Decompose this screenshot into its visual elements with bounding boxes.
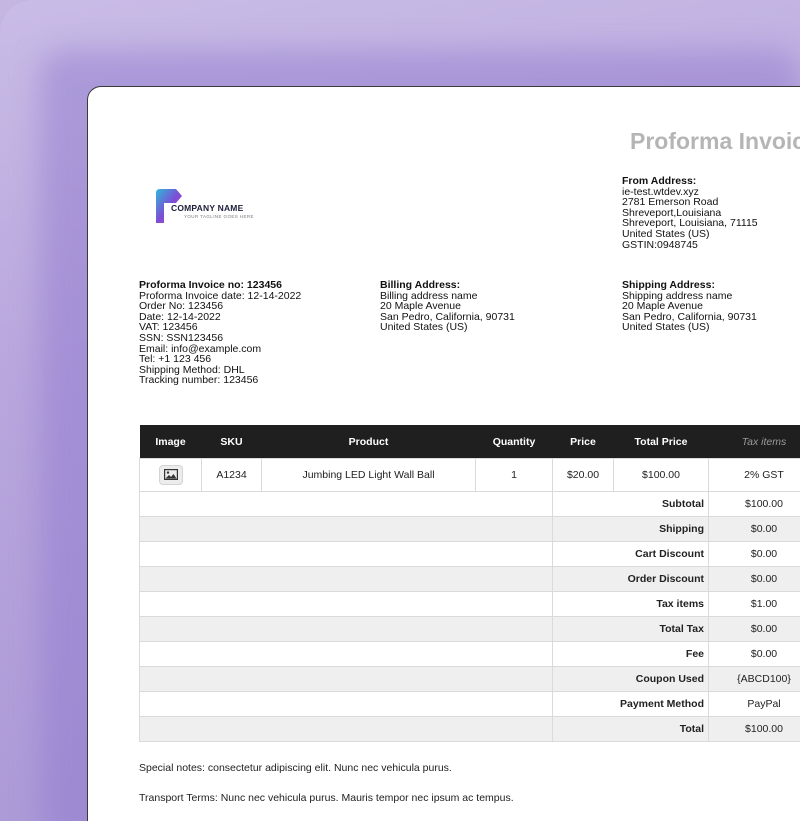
table-header-row: Image SKU Product Quantity Price Total P… xyxy=(139,425,800,459)
summary-label: Tax items xyxy=(552,591,709,617)
transport-terms: Transport Terms: Nunc nec vehicula purus… xyxy=(139,792,514,804)
summary-row: Tax items $1.00 xyxy=(139,591,800,617)
company-tagline: YOUR TAGLINE GOES HERE xyxy=(184,214,254,219)
summary-label: Order Discount xyxy=(552,566,709,592)
summary-value: $100.00 xyxy=(708,716,800,742)
shipping-address: Shipping Address: Shipping address name … xyxy=(622,280,757,333)
summary-label: Cart Discount xyxy=(552,541,709,567)
from-address-heading: From Address: xyxy=(622,175,697,187)
summary-value: {ABCD100} xyxy=(708,666,800,692)
header-sku: SKU xyxy=(201,425,262,459)
invoice-info: Proforma Invoice no: 123456 Proforma Inv… xyxy=(139,280,301,386)
header-price: Price xyxy=(552,425,614,459)
summary-label: Shipping xyxy=(552,516,709,542)
table-row: A1234 Jumbing LED Light Wall Ball 1 $20.… xyxy=(139,458,800,492)
company-logo: COMPANY NAME YOUR TAGLINE GOES HERE xyxy=(154,187,274,227)
summary-value: $0.00 xyxy=(708,516,800,542)
summary-label: Fee xyxy=(552,641,709,667)
address-line: United States (US) xyxy=(622,321,710,334)
invoice-number: Proforma Invoice no: 123456 xyxy=(139,279,282,291)
header-image: Image xyxy=(139,425,202,459)
image-icon[interactable] xyxy=(158,465,183,485)
summary-row: Total Tax $0.00 xyxy=(139,616,800,642)
address-line: United States (US) xyxy=(622,227,710,240)
summary-row: Shipping $0.00 xyxy=(139,516,800,542)
summary-label: Payment Method xyxy=(552,691,709,717)
address-line: United States (US) xyxy=(380,321,468,334)
summary-label: Total xyxy=(552,716,709,742)
cell-tax: 2% GST xyxy=(708,458,800,492)
cell-image xyxy=(139,458,202,492)
info-line: SSN: SSN123456 xyxy=(139,331,224,344)
summary-value: $1.00 xyxy=(708,591,800,617)
cell-price: $20.00 xyxy=(552,458,614,492)
shipping-address-heading: Shipping Address: xyxy=(622,279,715,291)
summary-row: Subtotal $100.00 xyxy=(139,491,800,517)
summary-row: Payment Method PayPal xyxy=(139,691,800,717)
header-product: Product xyxy=(261,425,476,459)
summary-label: Subtotal xyxy=(552,491,709,517)
summary-row: Cart Discount $0.00 xyxy=(139,541,800,567)
summary-value: PayPal xyxy=(708,691,800,717)
address-line: GSTIN:0948745 xyxy=(622,238,698,251)
summary-row: Coupon Used {ABCD100} xyxy=(139,666,800,692)
billing-address: Billing Address: Billing address name 20… xyxy=(380,280,515,333)
cell-product: Jumbing LED Light Wall Ball xyxy=(261,458,476,492)
summary-label: Coupon Used xyxy=(552,666,709,692)
company-name: COMPANY NAME xyxy=(171,203,244,213)
cell-total-price: $100.00 xyxy=(613,458,709,492)
summary-row: Order Discount $0.00 xyxy=(139,566,800,592)
from-address: From Address: ie-test.wtdev.xyz 2781 Eme… xyxy=(622,176,758,250)
background-frame: Proforma Invoice COMPANY NAME YOUR TAGLI… xyxy=(0,0,800,821)
header-quantity: Quantity xyxy=(475,425,553,459)
billing-address-heading: Billing Address: xyxy=(380,279,461,291)
special-notes: Special notes: consectetur adipiscing el… xyxy=(139,762,452,774)
cell-sku: A1234 xyxy=(201,458,262,492)
summary-value: $0.00 xyxy=(708,541,800,567)
summary-value: $0.00 xyxy=(708,566,800,592)
items-table: Image SKU Product Quantity Price Total P… xyxy=(139,425,800,742)
cell-quantity: 1 xyxy=(475,458,553,492)
summary-row: Total $100.00 xyxy=(139,716,800,742)
header-tax-items: Tax items xyxy=(708,425,800,459)
summary-row: Fee $0.00 xyxy=(139,641,800,667)
summary-label: Total Tax xyxy=(552,616,709,642)
invoice-paper: Proforma Invoice COMPANY NAME YOUR TAGLI… xyxy=(87,86,800,821)
info-line: Tracking number: 123456 xyxy=(139,374,259,387)
invoice-title: Proforma Invoice xyxy=(630,128,800,154)
summary-value: $0.00 xyxy=(708,616,800,642)
header-total-price: Total Price xyxy=(613,425,709,459)
summary-value: $100.00 xyxy=(708,491,800,517)
summary-value: $0.00 xyxy=(708,641,800,667)
